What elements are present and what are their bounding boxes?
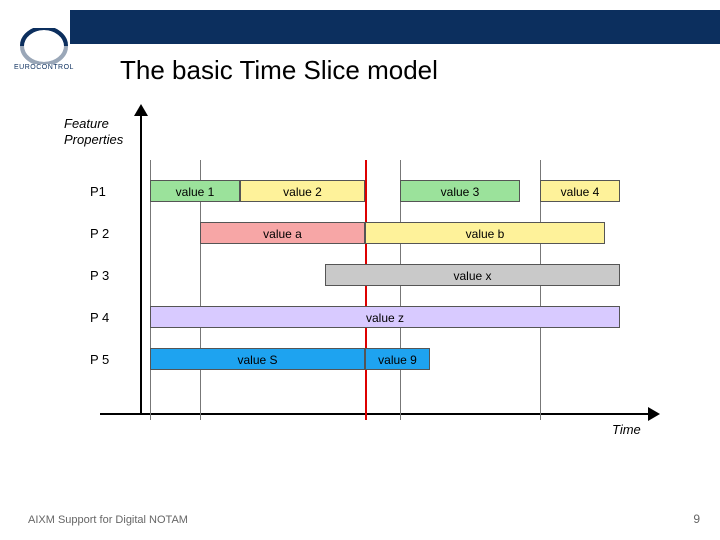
segment: value b — [365, 222, 605, 244]
segment: value 9 — [365, 348, 430, 370]
y-axis-label: Feature Properties — [64, 116, 123, 147]
segment: value 1 — [150, 180, 240, 202]
segment: value z — [150, 306, 620, 328]
y-axis-label-line1: Feature — [64, 116, 109, 131]
x-axis-label: Time — [612, 422, 641, 437]
row-label: P1 — [90, 184, 106, 199]
row-p3: P 3 value x — [60, 264, 650, 290]
row-label: P 2 — [90, 226, 109, 241]
row-label: P 5 — [90, 352, 109, 367]
segment: value a — [200, 222, 365, 244]
y-axis-label-line2: Properties — [64, 132, 123, 147]
segment: value 2 — [240, 180, 365, 202]
row-p4: P 4 value z — [60, 306, 650, 332]
page-title: The basic Time Slice model — [120, 55, 438, 86]
header-band — [70, 10, 720, 44]
logo-text: EUROCONTROL — [14, 64, 74, 71]
segment: value S — [150, 348, 365, 370]
segment: value 4 — [540, 180, 620, 202]
row-p1: P1 value 1 value 2 value 3 value 4 — [60, 180, 650, 206]
footer-text: AIXM Support for Digital NOTAM — [28, 514, 188, 526]
eurocontrol-logo — [14, 28, 74, 64]
segment: value x — [325, 264, 620, 286]
y-axis-arrow-icon — [134, 104, 148, 116]
segment: value 3 — [400, 180, 520, 202]
timeslice-chart: Feature Properties Time P1 value 1 value… — [60, 110, 650, 440]
page-number: 9 — [693, 512, 700, 526]
x-axis-arrow-icon — [648, 407, 660, 421]
row-label: P 4 — [90, 310, 109, 325]
row-p5: P 5 value S value 9 — [60, 348, 650, 374]
row-p2: P 2 value a value b — [60, 222, 650, 248]
row-label: P 3 — [90, 268, 109, 283]
x-axis — [100, 413, 650, 415]
